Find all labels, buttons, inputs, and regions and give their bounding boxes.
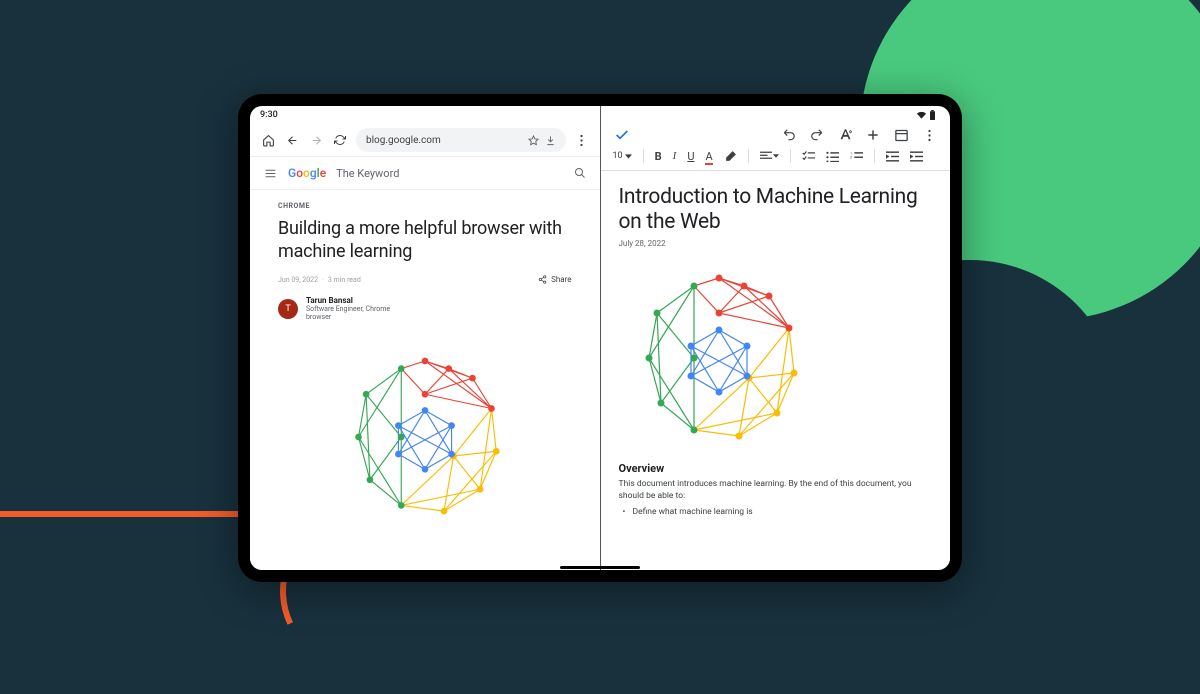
insert-icon[interactable] xyxy=(864,126,882,144)
site-section-title: The Keyword xyxy=(336,167,561,180)
bold-button[interactable]: B xyxy=(655,150,662,163)
article-date: Jun 09, 2022 xyxy=(278,276,318,284)
article-content: CHROME Building a more helpful browser w… xyxy=(250,190,600,570)
omnibox[interactable]: blog.google.com xyxy=(356,128,566,152)
share-button[interactable]: Share xyxy=(538,275,571,284)
author-name: Tarun Bansal xyxy=(306,296,416,305)
author-block: T Tarun Bansal Software Engineer, Chrome… xyxy=(278,296,572,322)
hamburger-icon[interactable] xyxy=(262,165,278,181)
forward-icon[interactable] xyxy=(308,132,324,148)
article-meta: Jun 09, 2022 3 min read Share xyxy=(278,275,572,284)
chrome-menu-icon[interactable] xyxy=(574,132,590,148)
tablet-frame: 9:30 blog.google.com xyxy=(238,94,962,582)
doc-title: Introduction to Machine Learning on the … xyxy=(619,185,933,235)
site-header: Google The Keyword xyxy=(250,156,600,190)
star-icon[interactable] xyxy=(528,135,539,146)
redo-icon[interactable] xyxy=(808,126,826,144)
align-button[interactable] xyxy=(760,151,779,161)
underline-button[interactable]: U xyxy=(687,150,694,163)
navigation-handle[interactable] xyxy=(560,566,640,569)
highlight-button[interactable] xyxy=(724,150,737,163)
view-icon[interactable] xyxy=(892,126,910,144)
article-category[interactable]: CHROME xyxy=(278,202,572,210)
italic-button[interactable]: I xyxy=(673,150,677,162)
avatar: T xyxy=(278,299,298,319)
google-logo[interactable]: Google xyxy=(288,166,326,180)
document-body[interactable]: Introduction to Machine Learning on the … xyxy=(601,171,951,570)
numbered-list-button[interactable]: 12 xyxy=(850,151,863,162)
share-label: Share xyxy=(551,275,571,284)
overview-heading: Overview xyxy=(619,462,933,475)
article-read-time: 3 min read xyxy=(328,276,361,284)
search-icon[interactable] xyxy=(572,165,588,181)
article-hero-image xyxy=(330,342,520,532)
checklist-button[interactable] xyxy=(802,151,815,162)
author-title: Software Engineer, Chrome browser xyxy=(306,305,416,322)
indent-button[interactable] xyxy=(910,151,923,162)
wifi-icon xyxy=(916,111,927,119)
tablet-screen: 9:30 blog.google.com xyxy=(250,106,950,570)
font-size-value: 10 xyxy=(613,151,623,161)
done-check-icon[interactable] xyxy=(613,126,631,144)
text-format-icon[interactable] xyxy=(836,126,854,144)
bulleted-list-button[interactable] xyxy=(826,151,839,162)
docs-top-toolbar xyxy=(601,124,951,144)
doc-date: July 28, 2022 xyxy=(619,239,933,248)
doc-image xyxy=(619,258,819,458)
right-pane-docs: 10 B I U A 12 Introduction xyxy=(601,106,951,570)
undo-icon[interactable] xyxy=(780,126,798,144)
docs-format-toolbar: 10 B I U A 12 xyxy=(601,144,951,171)
docs-menu-icon[interactable] xyxy=(920,126,938,144)
status-time: 9:30 xyxy=(260,110,278,120)
back-icon[interactable] xyxy=(284,132,300,148)
status-bar-right xyxy=(601,106,951,124)
font-size-selector[interactable]: 10 xyxy=(613,151,632,161)
url-text: blog.google.com xyxy=(366,135,522,146)
reload-icon[interactable] xyxy=(332,132,348,148)
left-pane-chrome: 9:30 blog.google.com xyxy=(250,106,600,570)
doc-bullet-1: Define what machine learning is xyxy=(633,507,933,517)
status-bar-left: 9:30 xyxy=(250,106,600,124)
home-icon[interactable] xyxy=(260,132,276,148)
download-icon[interactable] xyxy=(545,135,556,146)
svg-text:2: 2 xyxy=(850,155,852,159)
battery-icon xyxy=(929,110,936,120)
svg-text:1: 1 xyxy=(850,151,852,155)
outdent-button[interactable] xyxy=(886,151,899,162)
overview-paragraph: This document introduces machine learnin… xyxy=(619,479,933,502)
chrome-toolbar: blog.google.com xyxy=(250,124,600,156)
text-color-button[interactable]: A xyxy=(705,150,712,163)
article-title: Building a more helpful browser with mac… xyxy=(278,218,572,263)
